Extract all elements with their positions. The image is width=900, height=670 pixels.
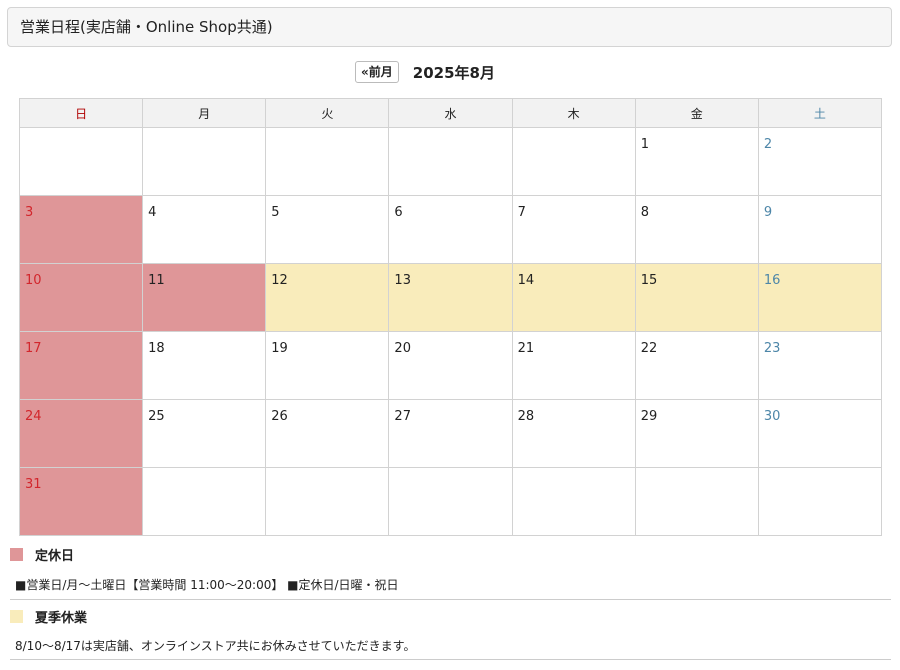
calendar-day: 6 bbox=[388, 195, 513, 264]
summer-swatch bbox=[10, 610, 23, 623]
calendar-day: 25 bbox=[142, 399, 267, 468]
calendar-day: 17 bbox=[18, 331, 144, 400]
calendar-day: 19 bbox=[265, 331, 390, 400]
calendar-day: 14 bbox=[511, 263, 636, 332]
calendar-empty-cell bbox=[142, 127, 267, 196]
calendar-day: 23 bbox=[757, 331, 883, 400]
calendar-week-row: 12 bbox=[18, 127, 883, 196]
weekday-fri: 金 bbox=[634, 98, 759, 128]
calendar-day: 13 bbox=[388, 263, 513, 332]
calendar-day: 31 bbox=[18, 467, 144, 536]
calendar-day: 20 bbox=[388, 331, 513, 400]
calendar-week-row: 17 18 19 20 21 22 23 bbox=[18, 331, 883, 400]
month-nav: «前月 2025年8月 bbox=[355, 61, 495, 83]
weekday-header-row: 日 月 火 水 木 金 土 bbox=[18, 98, 883, 128]
calendar-empty-cell bbox=[634, 467, 759, 536]
calendar-day: 4 bbox=[142, 195, 267, 264]
calendar-day: 28 bbox=[511, 399, 636, 468]
summer-holiday-note: 8/10～8/17は実店舗、オンラインストア共にお休みさせていただきます。 bbox=[15, 639, 416, 653]
divider bbox=[10, 599, 891, 600]
calendar-day: 2 bbox=[757, 127, 883, 196]
calendar-week-row: 31 bbox=[18, 467, 883, 536]
calendar-empty-cell bbox=[388, 127, 513, 196]
calendar-day: 21 bbox=[511, 331, 636, 400]
calendar-empty-cell bbox=[265, 127, 390, 196]
calendar-day: 5 bbox=[265, 195, 390, 264]
calendar-week-row: 24 25 26 27 28 29 30 bbox=[18, 399, 883, 468]
legend-summer-label: 夏季休業 bbox=[35, 611, 88, 626]
calendar-empty-cell bbox=[388, 467, 513, 536]
calendar-empty-cell bbox=[18, 127, 144, 196]
page-title: 営業日程(実店舗・Online Shop共通) bbox=[7, 7, 892, 47]
prev-month-button[interactable]: «前月 bbox=[355, 61, 399, 83]
calendar-empty-cell bbox=[511, 127, 636, 196]
calendar-day: 10 bbox=[18, 263, 144, 332]
calendar-day: 30 bbox=[757, 399, 883, 468]
calendar-table: 日 月 火 水 木 金 土 1 2 3 4 5 6 7 8 9 10 11 12 13 14 15 16 17 1… bbox=[18, 98, 883, 536]
month-title: 2025年8月 bbox=[412, 63, 495, 82]
divider bbox=[10, 659, 891, 660]
weekday-wed: 水 bbox=[388, 98, 513, 128]
weekday-tue: 火 bbox=[265, 98, 390, 128]
calendar-empty-cell bbox=[265, 467, 390, 536]
business-hours-note: ■営業日/月～土曜日【営業時間 11:00～20:00】 ■定休日/日曜・祝日 bbox=[15, 578, 399, 592]
legend-closed-label: 定休日 bbox=[35, 549, 75, 564]
calendar-day: 7 bbox=[511, 195, 636, 264]
calendar-day: 3 bbox=[18, 195, 144, 264]
calendar-day: 8 bbox=[634, 195, 759, 264]
calendar-week-row: 10 11 12 13 14 15 16 bbox=[18, 263, 883, 332]
calendar-day: 16 bbox=[757, 263, 883, 332]
calendar-week-row: 3456789 bbox=[18, 195, 883, 264]
calendar-day: 27 bbox=[388, 399, 513, 468]
calendar-day: 15 bbox=[634, 263, 759, 332]
calendar-body: 1 2 3 4 5 6 7 8 9 10 11 12 13 14 15 16 17 18 19 20 21 22 23 24 2… bbox=[18, 127, 883, 536]
calendar-empty-cell bbox=[142, 467, 267, 536]
calendar-empty-cell bbox=[757, 467, 883, 536]
legend-closed: 定休日 bbox=[10, 545, 74, 564]
closed-swatch bbox=[10, 548, 23, 561]
calendar-day: 9 bbox=[757, 195, 883, 264]
calendar-day: 26 bbox=[265, 399, 390, 468]
calendar-empty-cell bbox=[511, 467, 636, 536]
calendar-day: 11 bbox=[142, 263, 267, 332]
weekday-mon: 月 bbox=[142, 98, 267, 128]
weekday-sun: 日 bbox=[18, 98, 144, 128]
calendar-day: 1 bbox=[634, 127, 759, 196]
calendar-day: 22 bbox=[634, 331, 759, 400]
weekday-sat: 土 bbox=[757, 98, 883, 128]
calendar-day: 18 bbox=[142, 331, 267, 400]
legend-summer: 夏季休業 bbox=[10, 607, 87, 626]
calendar-day: 24 bbox=[18, 399, 144, 468]
calendar-day: 12 bbox=[265, 263, 390, 332]
calendar-day: 29 bbox=[634, 399, 759, 468]
weekday-thu: 木 bbox=[511, 98, 636, 128]
